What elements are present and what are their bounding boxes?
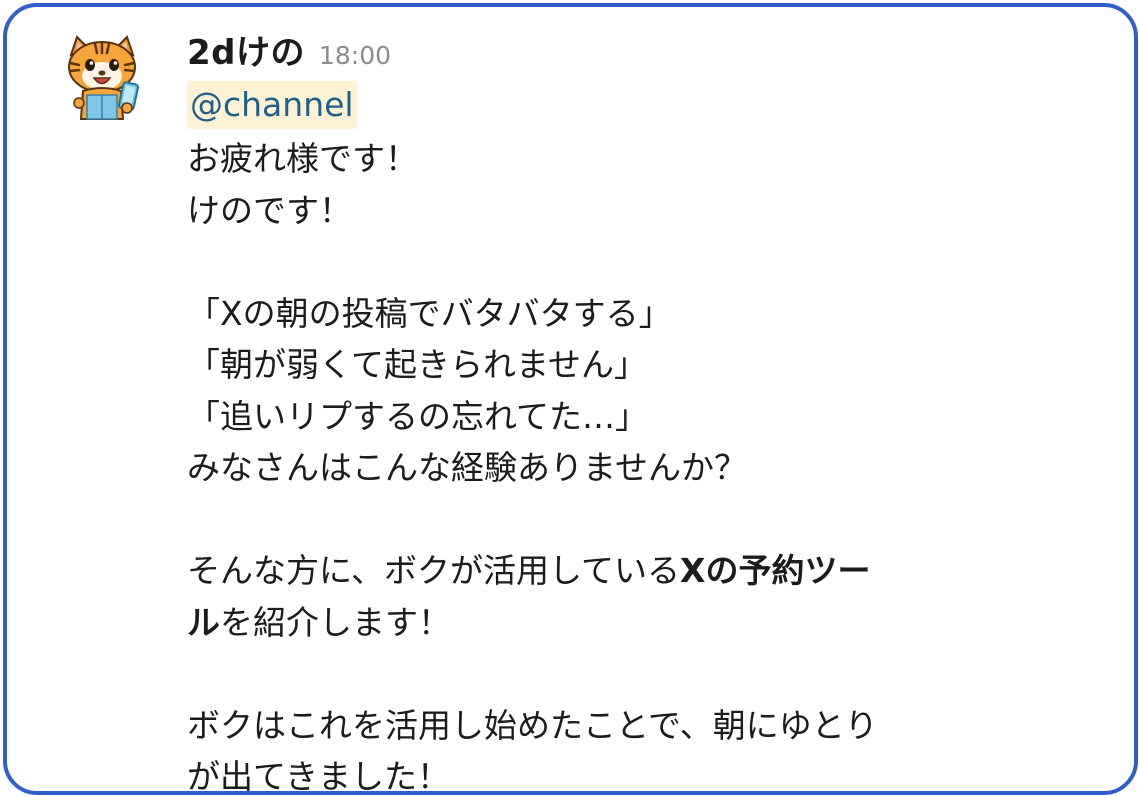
mention-line: @channel bbox=[187, 81, 1107, 133]
message-body: お疲れ様です！ けのです！ 「Xの朝の投稿でバタバタする」 「朝が弱くて起きられ… bbox=[187, 133, 1107, 795]
bold-text: ル bbox=[187, 602, 220, 642]
message-line: 「朝が弱くて起きられません」 bbox=[187, 345, 648, 384]
message: 2dけの 18:00 @channel お疲れ様です！ けのです！ 「Xの朝の投… bbox=[187, 25, 1107, 795]
message-header: 2dけの 18:00 bbox=[187, 25, 1107, 83]
timestamp[interactable]: 18:00 bbox=[319, 41, 391, 70]
message-line: ルを紹介します！ bbox=[187, 597, 1107, 649]
message-line: が出てきました！ bbox=[187, 757, 451, 795]
message-text: そんな方に、ボクが活用している bbox=[187, 551, 681, 590]
tiger-mascot-icon bbox=[68, 35, 139, 120]
message-text: を紹介します！ bbox=[220, 602, 451, 642]
channel-mention[interactable]: @channel bbox=[187, 81, 357, 129]
bold-text: Xの予約ツー bbox=[680, 551, 871, 590]
message-line: 「Xの朝の投稿でバタバタする」 bbox=[187, 293, 672, 333]
message-card: 2dけの 18:00 @channel お疲れ様です！ けのです！ 「Xの朝の投… bbox=[3, 3, 1138, 795]
message-line: けのです！ bbox=[187, 190, 352, 230]
message-line: ボクはこれを活用し始めたことで、朝にゆとり bbox=[187, 705, 878, 745]
avatar[interactable] bbox=[57, 33, 147, 123]
message-line: みなさんはこんな経験ありませんか？ bbox=[187, 448, 748, 487]
username[interactable]: 2dけの bbox=[187, 25, 305, 74]
message-line: お疲れ様です！ bbox=[187, 139, 418, 178]
message-line: そんな方に、ボクが活用しているXの予約ツー bbox=[187, 545, 1107, 597]
message-line: 「追いリプするの忘れてた…」 bbox=[187, 396, 649, 436]
